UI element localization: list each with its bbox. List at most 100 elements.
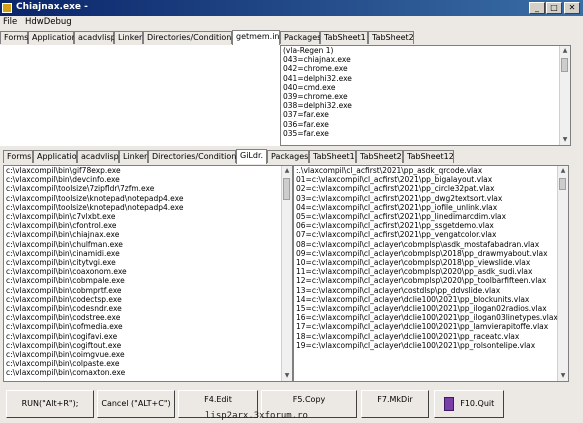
left-list-scrollbar[interactable]: ▲ ▼ <box>281 166 292 381</box>
menu-hdwdebug[interactable]: HdwDebug <box>25 17 72 27</box>
list-item[interactable]: c:\vlaxcompil\bin\coimgvue.exe <box>4 350 183 359</box>
tab-linker[interactable]: Linker <box>119 150 148 163</box>
file-list-right[interactable]: :.\vlaxcompil\cl_acfirst\2021\pp_asdk_qr… <box>293 165 569 382</box>
list-item[interactable]: 18=c:\vlaxcompil\cl_aclayer\dclie100\202… <box>294 332 558 341</box>
list-item[interactable]: c:\vlaxcompil\bin\cogifavi.exe <box>4 332 183 341</box>
top-tab-tabsheet1[interactable]: TabSheet1 <box>320 31 368 44</box>
tab-tabsheet2[interactable]: TabSheet2 <box>356 150 403 163</box>
right-list-scrollbar[interactable]: ▲ ▼ <box>557 166 568 381</box>
list-item[interactable]: 043=chiajnax.exe <box>281 55 352 64</box>
scroll-down-icon[interactable]: ▼ <box>558 371 568 381</box>
tab-gildr[interactable]: GiLdr. <box>236 149 267 164</box>
cancel-button[interactable]: Cancel ("ALT+C") <box>97 390 175 418</box>
list-item[interactable]: c:\vlaxcompil\bin\cofmedia.exe <box>4 322 183 331</box>
close-button[interactable]: ✕ <box>564 2 580 14</box>
list-item[interactable]: 039=chrome.exe <box>281 92 352 101</box>
list-item[interactable]: 14=c:\vlaxcompil\cl_aclayer\dclie100\202… <box>294 295 558 304</box>
top-tab-tabsheet2[interactable]: TabSheet2 <box>368 31 414 44</box>
list-item[interactable]: 09=c:\vlaxcompil\cl_aclayer\cobmplsp\201… <box>294 249 558 258</box>
list-item[interactable]: c:\vlaxcompil\bin\citytvgi.exe <box>4 258 183 267</box>
maximize-button[interactable]: □ <box>546 2 562 14</box>
list-item[interactable]: 13=c:\vlaxcompil\cl_aclayer\costdlsp\pp_… <box>294 286 558 295</box>
process-list[interactable]: (vla-Regen 1) 043=chiajnax.exe 042=chrom… <box>280 45 571 146</box>
list-item[interactable]: 02=c:\vlaxcompil\cl_acfirst\2021\pp_circ… <box>294 184 558 193</box>
list-item[interactable]: c:\vlaxcompil\bin\codstree.exe <box>4 313 183 322</box>
list-item[interactable]: c:\vlaxcompil\bin\chiajnax.exe <box>4 230 183 239</box>
list-item[interactable]: c:\vlaxcompil\bin\colpaste.exe <box>4 359 183 368</box>
run-button-label: RUN("Alt+R"); <box>21 399 79 408</box>
list-item[interactable]: 12=c:\vlaxcompil\cl_aclayer\cobmplsp\202… <box>294 276 558 285</box>
list-item[interactable]: 03=c:\vlaxcompil\cl_acfirst\2021\pp_dwg2… <box>294 194 558 203</box>
list-item[interactable]: 06=c:\vlaxcompil\cl_acfirst\2021\pp_ssge… <box>294 221 558 230</box>
list-item[interactable]: 035=far.exe <box>281 129 352 138</box>
list-item[interactable]: 07=c:\vlaxcompil\cl_acfirst\2021\pp_veng… <box>294 230 558 239</box>
scroll-up-icon[interactable]: ▲ <box>282 166 292 176</box>
tab-tabsheet12[interactable]: TabSheet12 <box>403 150 454 163</box>
top-tab-forms[interactable]: Forms <box>0 31 28 44</box>
list-item[interactable]: 05=c:\vlaxcompil\cl_acfirst\2021\pp_line… <box>294 212 558 221</box>
list-item[interactable]: 042=chrome.exe <box>281 64 352 73</box>
quit-button[interactable]: F10.Quit <box>434 390 504 418</box>
list-item[interactable]: c:\vlaxcompil\bin\c7vlxbt.exe <box>4 212 183 221</box>
list-item[interactable]: 10=c:\vlaxcompil\cl_aclayer\cobmplsp\201… <box>294 258 558 267</box>
process-list-scrollbar[interactable]: ▲ ▼ <box>559 46 570 145</box>
list-item[interactable]: 036=far.exe <box>281 120 352 129</box>
scroll-up-icon[interactable]: ▲ <box>560 46 570 56</box>
list-item[interactable]: c:\vlaxcompil\bin\devcinfo.exe <box>4 175 183 184</box>
tab-directories[interactable]: Directories/Conditionals <box>148 150 248 163</box>
list-item[interactable]: 041=delphi32.exe <box>281 74 352 83</box>
scroll-down-icon[interactable]: ▼ <box>560 135 570 145</box>
top-tab-packages[interactable]: Packages <box>280 31 321 44</box>
list-item[interactable]: 19=c:\vlaxcompil\cl_aclayer\dclie100\202… <box>294 341 558 350</box>
top-tab-application[interactable]: Application <box>28 31 77 44</box>
list-item[interactable]: c:\vlaxcompil\bin\cfontrol.exe <box>4 221 183 230</box>
list-item[interactable]: 16=c:\vlaxcompil\cl_aclayer\dclie100\202… <box>294 313 558 322</box>
tab-tabsheet1[interactable]: TabSheet1 <box>309 150 356 163</box>
list-item[interactable]: 038=delphi32.exe <box>281 101 352 110</box>
mkdir-button[interactable]: F7.MkDir <box>361 390 429 418</box>
scroll-down-icon[interactable]: ▼ <box>282 371 292 381</box>
list-item[interactable]: (vla-Regen 1) <box>281 46 352 55</box>
list-item[interactable]: c:\vlaxcompil\toolsize\knotepad\notepadp… <box>4 203 183 212</box>
list-item[interactable]: c:\vlaxcompil\bin\cobmpale.exe <box>4 276 183 285</box>
file-list-left[interactable]: c:\vlaxcompil\bin\gif78exp.exe c:\vlaxco… <box>3 165 293 382</box>
title-bar: Chiajnax.exe - _ □ ✕ <box>0 0 583 16</box>
list-item[interactable]: 11=c:\vlaxcompil\cl_aclayer\cobmplsp\202… <box>294 267 558 276</box>
top-tab-directories[interactable]: Directories/Conditionals <box>143 31 243 44</box>
list-item[interactable]: 17=c:\vlaxcompil\cl_aclayer\dclie100\202… <box>294 322 558 331</box>
list-item[interactable]: c:\vlaxcompil\bin\codesndr.exe <box>4 304 183 313</box>
list-item[interactable]: 08=c:\vlaxcompil\cl_aclayer\cobmplsp\asd… <box>294 240 558 249</box>
top-tab-linker[interactable]: Linker <box>114 31 143 44</box>
list-item[interactable]: c:\vlaxcompil\bin\gif78exp.exe <box>4 166 183 175</box>
list-item[interactable]: 04=c:\vlaxcompil\cl_acfirst\2021\pp_iofi… <box>294 203 558 212</box>
scroll-thumb[interactable] <box>283 178 290 200</box>
list-item[interactable]: c:\vlaxcompil\bin\cinamidi.exe <box>4 249 183 258</box>
list-item[interactable]: c:\vlaxcompil\bin\coaxonom.exe <box>4 267 183 276</box>
tab-application[interactable]: Application <box>33 150 82 163</box>
tab-packages[interactable]: Packages <box>267 150 309 163</box>
list-item[interactable]: c:\vlaxcompil\bin\comaxton.exe <box>4 368 183 377</box>
top-left-memo[interactable] <box>0 45 280 146</box>
scroll-thumb[interactable] <box>559 178 566 190</box>
top-tab-acadvlisp[interactable]: acadvlisp <box>74 31 116 44</box>
list-item[interactable]: c:\vlaxcompil\bin\codectsp.exe <box>4 295 183 304</box>
window-title: Chiajnax.exe - <box>16 2 88 12</box>
list-item[interactable]: c:\vlaxcompil\toolsize\7zipfldr\7zfm.exe <box>4 184 183 193</box>
tab-forms[interactable]: Forms <box>3 150 33 163</box>
menu-file[interactable]: File <box>3 17 17 27</box>
list-item[interactable]: 040=cmd.exe <box>281 83 352 92</box>
list-item[interactable]: 01=c:\vlaxcompil\cl_acfirst\2021\pp_biga… <box>294 175 558 184</box>
scroll-up-icon[interactable]: ▲ <box>558 166 568 176</box>
run-button[interactable]: RUN("Alt+R"); <box>6 390 94 418</box>
list-item[interactable]: c:\vlaxcompil\bin\chulfman.exe <box>4 240 183 249</box>
list-item[interactable]: :.\vlaxcompil\cl_acfirst\2021\pp_asdk_qr… <box>294 166 558 175</box>
top-tab-getmem[interactable]: getmem.inc <box>232 30 284 45</box>
scroll-thumb[interactable] <box>561 58 568 72</box>
list-item[interactable]: c:\vlaxcompil\bin\cogiftout.exe <box>4 341 183 350</box>
list-item[interactable]: c:\vlaxcompil\bin\cobmprtf.exe <box>4 286 183 295</box>
list-item[interactable]: 037=far.exe <box>281 110 352 119</box>
list-item[interactable]: 15=c:\vlaxcompil\cl_aclayer\dclie100\202… <box>294 304 558 313</box>
tab-acadvlisp[interactable]: acadvlisp <box>77 150 119 163</box>
list-item[interactable]: c:\vlaxcompil\toolsize\knotepad\notepadp… <box>4 194 183 203</box>
minimize-button[interactable]: _ <box>529 2 545 14</box>
